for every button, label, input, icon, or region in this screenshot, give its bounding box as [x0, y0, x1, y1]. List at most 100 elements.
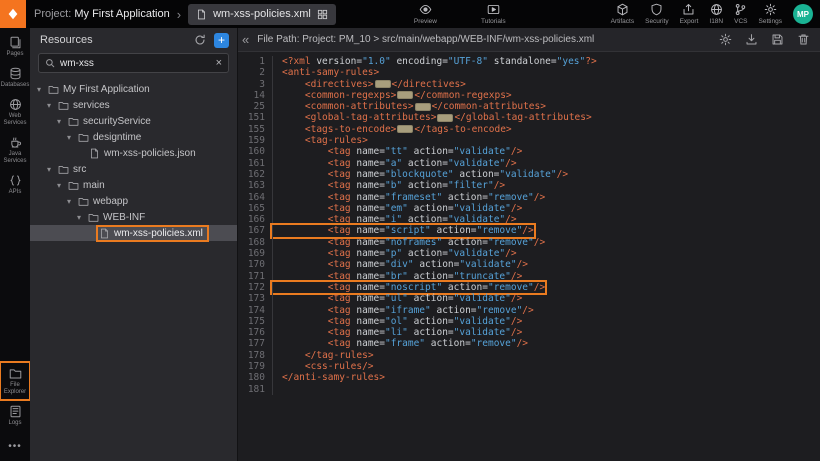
download-button[interactable] [745, 33, 758, 46]
sidebar-item-java-services[interactable]: Java Services [0, 131, 30, 169]
code-token: "validate" [448, 158, 505, 169]
code-line-content[interactable]: <tag name="a" action="validate"/> [272, 158, 517, 169]
tree-item-wm-xss-policies-xml[interactable]: wm-xss-policies.xml [30, 225, 237, 241]
search-input[interactable] [60, 58, 211, 69]
code-line-content[interactable] [272, 384, 282, 395]
sidebar-item-apis[interactable]: APIs [0, 169, 30, 200]
collapse-panel-button[interactable]: « [242, 33, 249, 46]
code-line-content[interactable]: <tag name="em" action="validate"/> [272, 203, 522, 214]
topbar-action-artifacts[interactable]: Artifacts [611, 3, 634, 25]
code-line-content[interactable]: <tag name="ol" action="validate"/> [272, 316, 522, 327]
caret-down-icon[interactable]: ▾ [47, 101, 57, 110]
grid-icon[interactable] [317, 9, 328, 20]
app-logo[interactable] [0, 0, 26, 28]
folded-code-icon[interactable] [437, 114, 453, 122]
tree-item-src[interactable]: ▾src [30, 161, 237, 177]
code-line-content[interactable]: <common-regexps></common-regexps> [272, 90, 512, 101]
refresh-button[interactable] [194, 34, 206, 46]
code-line: 160 <tag name="tt" action="validate"/> [238, 146, 820, 157]
delete-button[interactable] [797, 33, 810, 46]
code-line-content[interactable]: <tag name="iframe" action="remove"/> [272, 305, 534, 316]
more-menu-button[interactable]: ••• [8, 431, 22, 461]
sidebar-item-web-services[interactable]: Web Services [0, 93, 30, 131]
sidebar-item-pages[interactable]: Pages [0, 31, 30, 62]
topbar-action-preview[interactable]: Preview [414, 3, 437, 25]
topbar-action-settings[interactable]: Settings [759, 3, 783, 25]
code-line-content[interactable]: <anti-samy-rules> [272, 67, 379, 78]
code-line-content[interactable]: <tag name="frame" action="remove"/> [272, 338, 528, 349]
tree-item-services[interactable]: ▾services [30, 97, 237, 113]
code-token: action= [408, 214, 448, 225]
folder-icon [78, 196, 89, 207]
tree-item-securityservice[interactable]: ▾securityService [30, 113, 237, 129]
caret-down-icon[interactable]: ▾ [57, 181, 67, 190]
topbar-action-security[interactable]: Security [645, 3, 668, 25]
code-line: 169 <tag name="p" action="validate"/> [238, 248, 820, 259]
code-line-content[interactable]: <tag name="b" action="filter"/> [272, 180, 505, 191]
topbar-action-tutorials[interactable]: Tutorials [481, 3, 506, 25]
caret-down-icon[interactable]: ▾ [67, 133, 77, 142]
code-line-content[interactable]: </tag-rules> [272, 350, 374, 361]
tree-item-main[interactable]: ▾main [30, 177, 237, 193]
code-token: </tags-to-encode> [414, 124, 511, 135]
code-token: "validate" [448, 248, 505, 259]
folded-code-icon[interactable] [375, 80, 391, 88]
folded-code-icon[interactable] [397, 91, 413, 99]
code-area[interactable]: 1<?xml version="1.0" encoding="UTF-8" st… [238, 52, 820, 461]
code-line-content[interactable]: <tag name="script" action="remove"/> [272, 225, 534, 236]
topbar-action-i18n[interactable]: I18N [709, 3, 723, 25]
code-line-content[interactable]: <tag name="p" action="validate"/> [272, 248, 517, 259]
code-line-content[interactable]: <tag name="li" action="validate"/> [272, 327, 522, 338]
sidebar-item-databases[interactable]: Databases [0, 62, 30, 93]
code-line-content[interactable]: <tag name="i" action="validate"/> [272, 214, 517, 225]
avatar[interactable]: MP [793, 4, 813, 24]
caret-down-icon[interactable]: ▾ [37, 85, 47, 94]
code-line-content[interactable]: <css-rules/> [272, 361, 374, 372]
code-line-content[interactable]: <tags-to-encode></tags-to-encode> [272, 124, 512, 135]
sidebar-item-file-explorer[interactable]: File Explorer [0, 362, 30, 400]
code-line-content[interactable]: <tag name="blockquote" action="validate"… [272, 169, 568, 180]
code-line-content[interactable]: <tag name="ul" action="validate"/> [272, 293, 522, 304]
code-line-content[interactable]: <tag name="frameset" action="remove"/> [272, 192, 545, 203]
code-token [282, 146, 328, 157]
tree-item-my-first-application[interactable]: ▾ My First Application [30, 81, 237, 97]
add-resource-button[interactable]: + [214, 33, 229, 48]
caret-down-icon[interactable]: ▾ [67, 197, 77, 206]
topbar-action-artifacts-label: Artifacts [611, 18, 634, 25]
save-button[interactable] [771, 33, 784, 46]
code-line-content[interactable]: <tag-rules> [272, 135, 368, 146]
caret-down-icon[interactable]: ▾ [57, 117, 67, 126]
folded-code-icon[interactable] [415, 103, 431, 111]
topbar-action-vcs-label: VCS [734, 18, 747, 25]
code-token: "ul" [385, 293, 408, 304]
code-line-content[interactable]: <?xml version="1.0" encoding="UTF-8" sta… [272, 56, 597, 67]
clear-search-icon[interactable]: × [216, 58, 222, 69]
tree-item-label: My First Application [63, 84, 150, 95]
code-line-content[interactable]: <tag name="noscript" action="remove"/> [272, 282, 545, 293]
tree-item-label: WEB-INF [103, 212, 145, 223]
code-line-content[interactable]: <tag name="noframes" action="remove"/> [272, 237, 545, 248]
tree-item-wm-xss-policies-json[interactable]: wm-xss-policies.json [30, 145, 237, 161]
sidebar-item-logs[interactable]: Logs [0, 400, 30, 431]
code-line-content[interactable]: <common-attributes></common-attributes> [272, 101, 546, 112]
tree-item-designtime[interactable]: ▾designtime [30, 129, 237, 145]
file-tab[interactable]: wm-xss-policies.xml [188, 4, 336, 25]
topbar-action-vcs[interactable]: VCS [734, 3, 747, 25]
code-line-content[interactable]: </anti-samy-rules> [272, 372, 385, 383]
code-line-content[interactable]: <global-tag-attributes></global-tag-attr… [272, 112, 592, 123]
code-line-content[interactable]: <tag name="br" action="truncate"/> [272, 271, 522, 282]
topbar-action-export[interactable]: Export [680, 3, 699, 25]
code-line-content[interactable]: <tag name="tt" action="validate"/> [272, 146, 522, 157]
caret-down-icon[interactable]: ▾ [77, 213, 87, 222]
folded-code-icon[interactable] [397, 125, 413, 133]
tree-item-web-inf[interactable]: ▾ WEB-INF [30, 209, 237, 225]
code-line-content[interactable]: <tag name="div" action="validate"/> [272, 259, 528, 270]
tree-item-webapp[interactable]: ▾webapp [30, 193, 237, 209]
line-number: 163 [238, 180, 272, 191]
code-token: <tag [328, 293, 357, 304]
settings-button[interactable] [719, 33, 732, 46]
code-line-content[interactable]: <directives></directives> [272, 79, 466, 90]
chevron-right-icon[interactable]: › [177, 7, 181, 22]
code-line: 176 <tag name="li" action="validate"/> [238, 327, 820, 338]
caret-down-icon[interactable]: ▾ [47, 165, 57, 174]
